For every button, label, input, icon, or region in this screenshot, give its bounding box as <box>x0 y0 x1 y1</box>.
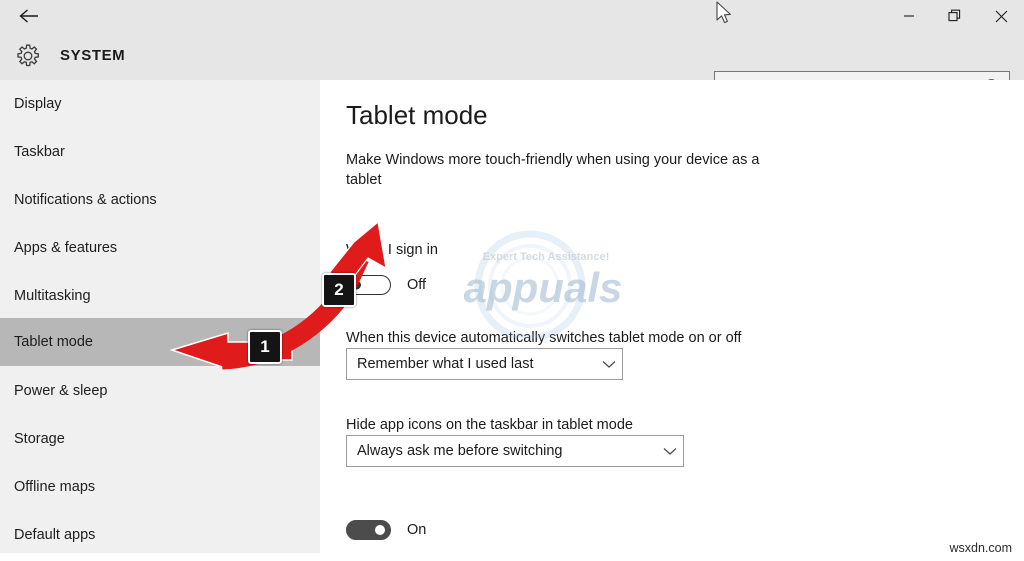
sidebar-item-multitasking[interactable]: Multitasking <box>0 272 320 320</box>
sign-in-dropdown[interactable]: Remember what I used last <box>346 348 623 380</box>
gear-icon-svg <box>17 44 39 67</box>
annotation-badge-1: 1 <box>248 330 282 364</box>
sidebar-item-label: Apps & features <box>14 240 118 256</box>
restore-icon <box>948 9 961 22</box>
tablet-mode-toggle-row: Off <box>346 275 426 295</box>
annotation-badge-2: 2 <box>322 273 356 307</box>
sidebar-item-label: Tablet mode <box>14 334 93 350</box>
gear-icon <box>12 40 44 72</box>
chevron-down-icon[interactable] <box>596 349 622 379</box>
chevron-down-icon-svg <box>663 447 677 455</box>
window-controls <box>886 0 1024 32</box>
hide-icons-label: Hide app icons on the taskbar in tablet … <box>346 417 633 433</box>
sidebar-item-label: Taskbar <box>14 144 65 160</box>
hide-icons-toggle-row: On <box>346 520 426 540</box>
hide-icons-toggle[interactable] <box>346 520 391 540</box>
back-button[interactable] <box>8 0 50 32</box>
back-arrow-icon <box>19 9 38 23</box>
toggle-knob <box>375 525 385 535</box>
sign-in-label: When I sign in <box>346 242 438 258</box>
restore-button[interactable] <box>932 0 978 32</box>
minimize-icon <box>904 15 914 17</box>
sidebar-item-label: Default apps <box>14 527 96 543</box>
minimize-button[interactable] <box>886 0 932 32</box>
sidebar-item-notifications[interactable]: Notifications & actions <box>0 176 320 224</box>
page-header-title: SYSTEM <box>60 47 126 64</box>
chevron-down-icon-svg <box>602 360 616 368</box>
sidebar-item-label: Storage <box>14 431 65 447</box>
close-icon <box>995 10 1007 22</box>
bottom-watermark: wsxdn.com <box>949 541 1012 555</box>
sidebar-item-label: Display <box>14 96 62 112</box>
sidebar-item-label: Offline maps <box>14 479 96 495</box>
title-bar <box>0 0 1024 32</box>
header-bar: SYSTEM <box>0 32 1024 102</box>
page-title: Tablet mode <box>346 100 488 130</box>
mouse-cursor <box>716 1 731 24</box>
hide-icons-toggle-state: On <box>407 522 427 538</box>
settings-content: Tablet mode Make Windows more touch-frie… <box>320 80 1024 561</box>
auto-switch-label: When this device automatically switches … <box>346 330 742 346</box>
auto-switch-dropdown-value: Always ask me before switching <box>357 443 563 459</box>
sidebar-item-label: Power & sleep <box>14 383 108 399</box>
tablet-mode-toggle-state: Off <box>407 277 427 293</box>
sidebar-item-label: Notifications & actions <box>14 192 157 208</box>
sign-in-dropdown-value: Remember what I used last <box>357 356 534 372</box>
sidebar-item-apps-features[interactable]: Apps & features <box>0 224 320 272</box>
tablet-mode-description: Make Windows more touch-friendly when us… <box>346 152 760 188</box>
settings-window: SYSTEM Display Taskbar Notifications & a… <box>0 0 1024 561</box>
sidebar-item-display[interactable]: Display <box>0 80 320 128</box>
auto-switch-dropdown[interactable]: Always ask me before switching <box>346 435 684 467</box>
chevron-down-icon[interactable] <box>657 436 683 466</box>
sidebar-item-storage[interactable]: Storage <box>0 415 320 463</box>
sidebar-nav: Display Taskbar Notifications & actions … <box>0 80 320 553</box>
close-button[interactable] <box>978 0 1024 32</box>
sidebar-item-default-apps[interactable]: Default apps <box>0 511 320 559</box>
sidebar-item-power-sleep[interactable]: Power & sleep <box>0 367 320 415</box>
sidebar-item-taskbar[interactable]: Taskbar <box>0 128 320 176</box>
sidebar-item-offline-maps[interactable]: Offline maps <box>0 463 320 511</box>
sidebar-item-label: Multitasking <box>14 288 91 304</box>
